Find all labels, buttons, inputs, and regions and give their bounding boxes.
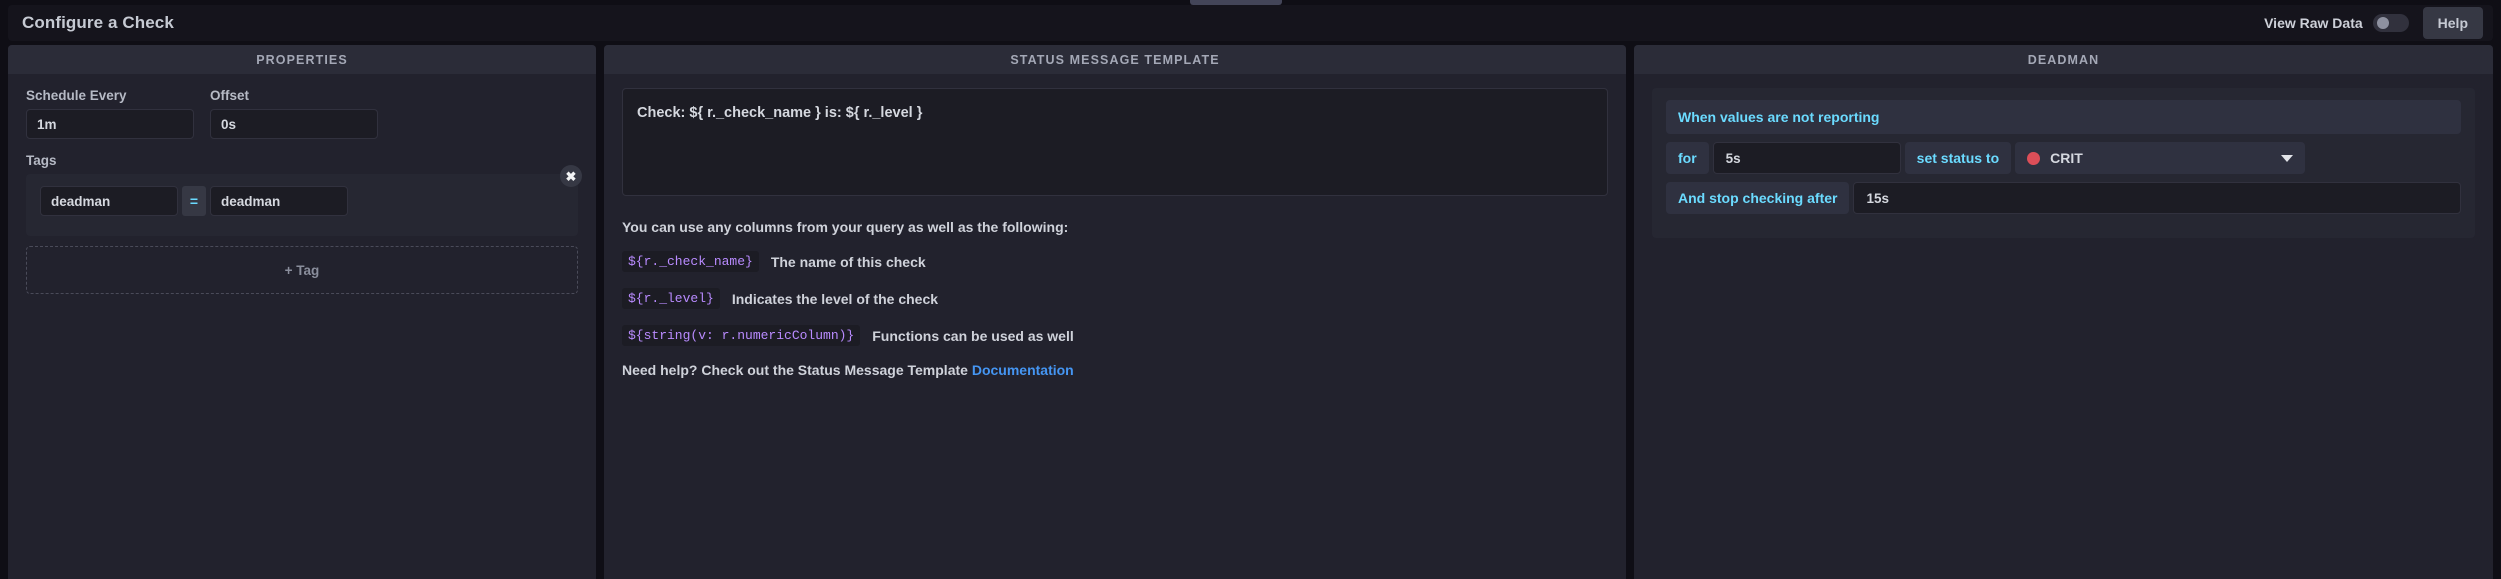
view-raw-data-switch[interactable] — [2372, 14, 2409, 32]
help-description: Functions can be used as well — [872, 327, 1074, 344]
properties-panel-header: PROPERTIES — [8, 45, 596, 74]
offset-input[interactable] — [210, 109, 378, 139]
tag-value-input[interactable] — [210, 186, 348, 216]
template-panel-title: STATUS MESSAGE TEMPLATE — [1010, 52, 1220, 67]
tag-row: ✖ = — [26, 165, 582, 236]
view-raw-data-label: View Raw Data — [2264, 15, 2363, 31]
deadman-for-row: for set status to CRIT — [1666, 142, 2461, 174]
deadman-panel-header: DEADMAN — [1634, 45, 2493, 74]
deadman-stop-label: And stop checking after — [1666, 182, 1850, 214]
header-actions: View Raw Data Help — [2264, 7, 2483, 39]
help-row: ${r._level} Indicates the level of the c… — [622, 288, 1608, 309]
help-description: The name of this check — [770, 253, 926, 270]
help-row: ${string(v: r.numericColumn)} Functions … — [622, 325, 1608, 346]
schedule-every-input[interactable] — [26, 109, 194, 139]
schedule-every-label: Schedule Every — [26, 88, 127, 103]
deadman-panel-body: When values are not reporting for set st… — [1634, 74, 2493, 252]
status-message-template-input[interactable]: Check: ${ r._check_name } is: ${ r._leve… — [622, 88, 1608, 196]
deadman-condition-card: When values are not reporting for set st… — [1652, 88, 2475, 238]
app-header: Configure a Check View Raw Data Help — [8, 5, 2493, 41]
documentation-link[interactable]: Documentation — [972, 362, 1074, 378]
tag-key-input[interactable] — [40, 186, 178, 216]
code-chip: ${string(v: r.numericColumn)} — [622, 325, 861, 346]
deadman-set-status-label: set status to — [1904, 142, 2012, 174]
add-tag-button[interactable]: + Tag — [26, 246, 578, 294]
template-help-section: You can use any columns from your query … — [622, 201, 1608, 378]
schedule-every-field: Schedule Every — [26, 88, 194, 139]
deadman-banner: When values are not reporting — [1666, 100, 2461, 134]
deadman-panel: DEADMAN When values are not reporting fo… — [1634, 45, 2493, 579]
tag-inputs: = — [40, 186, 564, 216]
code-chip: ${r._check_name} — [622, 251, 759, 272]
help-row: ${r._check_name} The name of this check — [622, 251, 1608, 272]
schedule-offset-row: Schedule Every Offset — [26, 88, 578, 139]
deadman-panel-title: DEADMAN — [2027, 52, 2100, 67]
page-title: Configure a Check — [22, 13, 174, 32]
properties-panel-body: Schedule Every Offset Tags ✖ = + Tag — [8, 74, 596, 308]
help-button[interactable]: Help — [2422, 7, 2483, 39]
code-chip: ${r._level} — [622, 288, 720, 309]
offset-label: Offset — [210, 88, 250, 103]
deadman-level-value: CRIT — [2050, 150, 2083, 166]
toggle-knob — [2376, 17, 2389, 29]
properties-panel-title: PROPERTIES — [256, 52, 348, 67]
template-help-intro: You can use any columns from your query … — [622, 219, 1069, 235]
template-panel-body: Check: ${ r._check_name } is: ${ r._leve… — [604, 74, 1626, 392]
tag-operator-button[interactable]: = — [182, 186, 206, 216]
deadman-stop-input[interactable] — [1853, 182, 2461, 214]
tags-label: Tags — [26, 153, 57, 168]
template-panel-header: STATUS MESSAGE TEMPLATE — [604, 45, 1626, 74]
close-icon[interactable]: ✖ — [560, 165, 582, 187]
properties-panel: PROPERTIES Schedule Every Offset Tags ✖ … — [8, 45, 596, 579]
help-footer-text: Need help? Check out the Status Message … — [622, 362, 972, 378]
crit-level-dot-icon — [2027, 151, 2041, 165]
deadman-for-label: for — [1666, 142, 1709, 174]
deadman-level-dropdown[interactable]: CRIT — [2015, 142, 2306, 174]
help-description: Indicates the level of the check — [731, 290, 939, 307]
template-help-footer: Need help? Check out the Status Message … — [622, 362, 1608, 378]
chevron-down-icon — [2281, 154, 2294, 162]
deadman-duration-input[interactable] — [1712, 142, 1901, 174]
status-message-template-panel: STATUS MESSAGE TEMPLATE Check: ${ r._che… — [604, 45, 1626, 579]
deadman-stop-row: And stop checking after — [1666, 182, 2461, 214]
view-raw-data-toggle-group[interactable]: View Raw Data — [2264, 14, 2409, 32]
offset-field: Offset — [210, 88, 378, 139]
